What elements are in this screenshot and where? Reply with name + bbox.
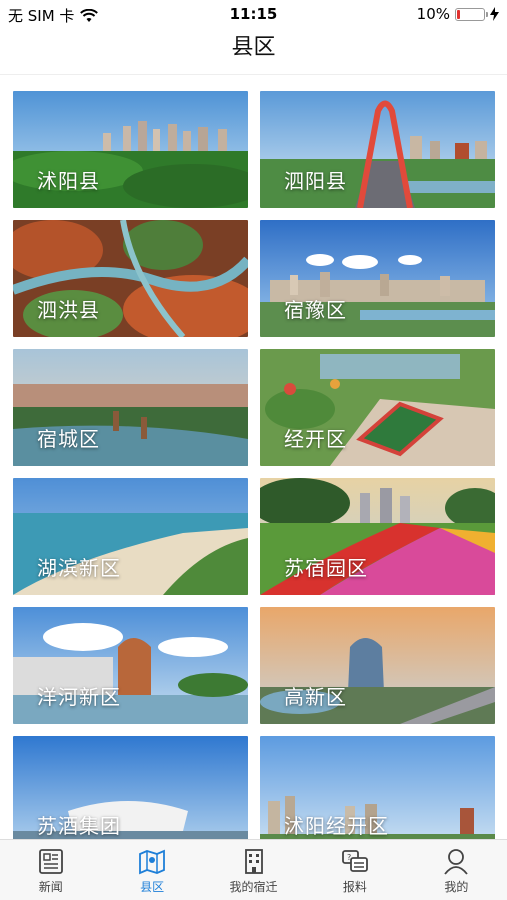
district-label: 湖滨新区 — [37, 556, 121, 580]
district-card-susu[interactable]: 苏宿园区 — [260, 478, 495, 595]
district-label: 泗阳县 — [284, 169, 347, 193]
battery-area: 10% — [417, 5, 499, 23]
district-label: 苏酒集团 — [37, 814, 121, 838]
district-card-sihong[interactable]: 泗洪县 — [13, 220, 248, 337]
person-icon — [444, 849, 469, 875]
district-label: 经开区 — [284, 427, 347, 451]
tab-bar: 新闻 县区 我的宿迁 ? 报料 我的 — [0, 839, 507, 900]
district-card-gaoxin[interactable]: 高新区 — [260, 607, 495, 724]
newspaper-icon — [38, 849, 63, 874]
building-icon — [244, 849, 263, 874]
district-card-sujiu[interactable]: 苏酒集团 — [13, 736, 248, 853]
district-card-sucheng[interactable]: 宿城区 — [13, 349, 248, 466]
district-label: 高新区 — [284, 685, 347, 709]
district-label: 沭阳县 — [37, 169, 100, 193]
district-card-shuyang[interactable]: 沭阳县 — [13, 91, 248, 208]
battery-percent: 10% — [416, 5, 450, 23]
status-bar: 无 SIM 卡 11:15 10% — [0, 0, 507, 28]
tab-label: 县区 — [140, 880, 165, 894]
tab-label: 我的宿迁 — [229, 880, 278, 894]
battery-level — [457, 9, 460, 19]
district-card-jingkai[interactable]: 经开区 — [260, 349, 495, 466]
tab-label: 我的 — [444, 880, 469, 894]
tab-label: 新闻 — [38, 880, 63, 894]
district-card-yanghe[interactable]: 洋河新区 — [13, 607, 248, 724]
tab-label: 报料 — [342, 880, 367, 894]
map-icon — [139, 849, 166, 875]
report-icon: ? — [342, 850, 368, 872]
district-card-suyu[interactable]: 宿豫区 — [260, 220, 495, 337]
district-label: 沭阳经开区 — [284, 814, 389, 838]
tab-my-suqian[interactable]: 我的宿迁 — [203, 840, 304, 900]
district-card-shuyang-jingkai[interactable]: 沭阳经开区 — [260, 736, 495, 853]
page-title: 县区 — [0, 28, 507, 75]
tab-report[interactable]: ? 报料 — [304, 840, 405, 900]
tab-me[interactable]: 我的 — [406, 840, 507, 900]
svg-text:?: ? — [347, 853, 351, 862]
district-label: 宿豫区 — [284, 298, 347, 322]
district-label: 泗洪县 — [37, 298, 100, 322]
district-card-hubin[interactable]: 湖滨新区 — [13, 478, 248, 595]
battery-icon — [455, 7, 488, 21]
district-label: 苏宿园区 — [284, 556, 368, 580]
charging-icon — [490, 7, 499, 21]
district-label: 宿城区 — [37, 427, 100, 451]
tab-districts[interactable]: 县区 — [101, 840, 202, 900]
tab-news[interactable]: 新闻 — [0, 840, 101, 900]
district-card-siyang[interactable]: 泗阳县 — [260, 91, 495, 208]
district-label: 洋河新区 — [37, 685, 121, 709]
